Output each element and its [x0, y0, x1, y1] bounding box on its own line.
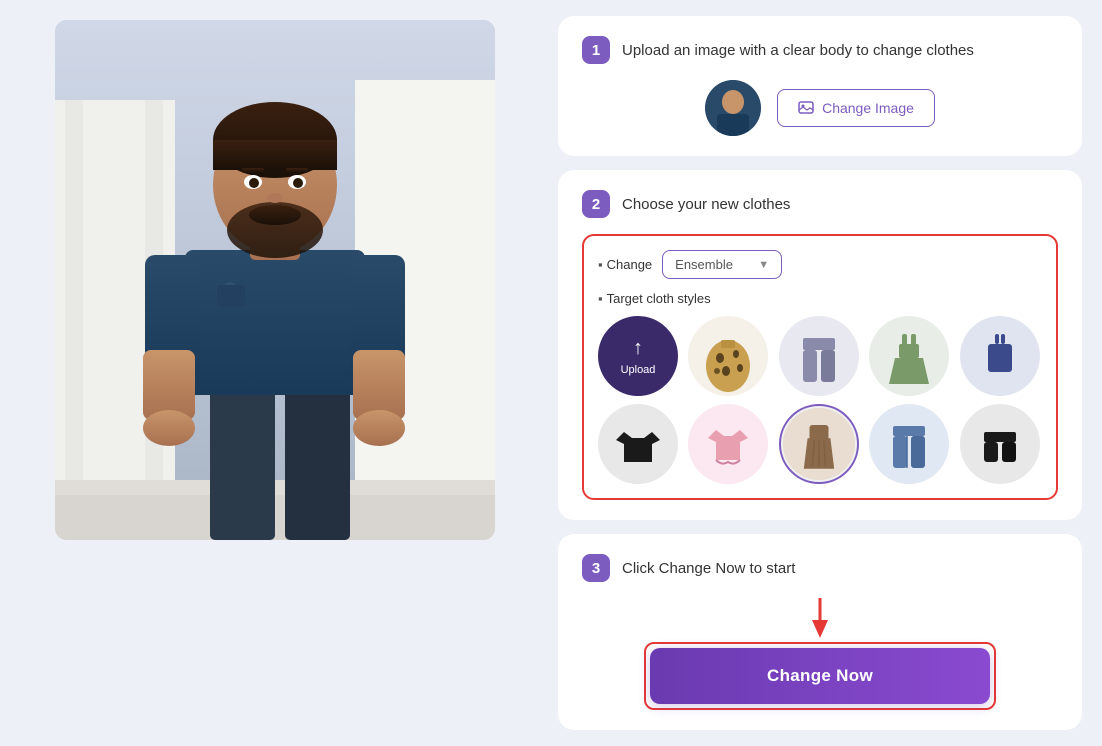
step3-number: 3: [582, 554, 610, 582]
change-row: Change Ensemble ▼: [598, 250, 1042, 279]
step3-card: 3 Click Change Now to start Change Now: [558, 534, 1082, 730]
clothes-grid: ↑ Upload: [598, 316, 1042, 484]
step2-header: 2 Choose your new clothes: [582, 190, 1058, 218]
change-image-label: Change Image: [822, 100, 914, 116]
step1-content: Change Image: [582, 80, 1058, 136]
blue-jeans-item[interactable]: [869, 404, 949, 484]
blue-top-item[interactable]: [960, 316, 1040, 396]
black-shorts-item[interactable]: [960, 404, 1040, 484]
red-arrow-indicator: [808, 598, 832, 638]
target-cloth-label: Target cloth styles: [598, 291, 1042, 306]
step2-card: 2 Choose your new clothes Change Ensembl…: [558, 170, 1082, 520]
black-tshirt-icon: [598, 404, 678, 484]
right-panel: 1 Upload an image with a clear body to c…: [550, 0, 1102, 746]
change-now-button[interactable]: Change Now: [650, 648, 990, 704]
green-dress-item[interactable]: [869, 316, 949, 396]
change-image-button[interactable]: Change Image: [777, 89, 935, 127]
change-now-wrapper: Change Now: [644, 598, 996, 710]
step1-title: Upload an image with a clear body to cha…: [622, 42, 974, 59]
step2-number: 2: [582, 190, 610, 218]
left-panel: [0, 0, 550, 746]
step1-header: 1 Upload an image with a clear body to c…: [582, 36, 1058, 64]
gray-pants-icon: [779, 316, 859, 396]
leopard-skirt-icon: [688, 316, 768, 396]
blue-jeans-icon: [869, 404, 949, 484]
blue-top-icon: [960, 316, 1040, 396]
gray-pants-item[interactable]: [779, 316, 859, 396]
step3-title: Click Change Now to start: [622, 560, 795, 577]
ensemble-dropdown[interactable]: Ensemble ▼: [662, 250, 782, 279]
chevron-down-icon: ▼: [758, 259, 769, 271]
pink-top-item[interactable]: [688, 404, 768, 484]
step1-number: 1: [582, 36, 610, 64]
brown-dress-icon: [781, 404, 857, 484]
green-dress-icon: [869, 316, 949, 396]
person-photo: [55, 20, 495, 540]
step2-title: Choose your new clothes: [622, 196, 790, 213]
change-now-outline: Change Now: [644, 642, 996, 710]
change-label: Change: [598, 257, 652, 272]
image-icon: [798, 100, 814, 116]
person-image: [55, 20, 495, 540]
clothes-section: Change Ensemble ▼ Target cloth styles ↑ …: [582, 234, 1058, 500]
leopard-skirt-item[interactable]: [688, 316, 768, 396]
brown-dress-item[interactable]: [779, 404, 859, 484]
avatar: [705, 80, 761, 136]
step1-card: 1 Upload an image with a clear body to c…: [558, 16, 1082, 156]
pink-top-icon: [688, 404, 768, 484]
black-tshirt-item[interactable]: [598, 404, 678, 484]
dropdown-value: Ensemble: [675, 257, 733, 272]
upload-label: Upload: [621, 364, 656, 376]
black-shorts-icon: [960, 404, 1040, 484]
upload-icon: ↑: [633, 337, 643, 360]
upload-clothing-item[interactable]: ↑ Upload: [598, 316, 678, 396]
step3-header: 3 Click Change Now to start: [582, 554, 1058, 582]
step3-content: Change Now: [582, 598, 1058, 710]
